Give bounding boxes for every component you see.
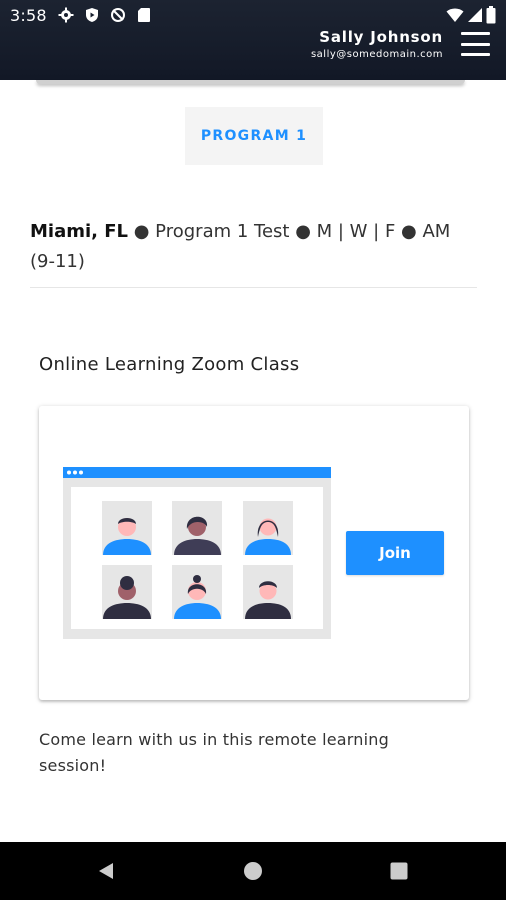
section-title: Online Learning Zoom Class [39,354,300,375]
app-header: 3:58 Sally Johnson sally@somedomain.com [0,0,506,80]
app-screen: 3:58 Sally Johnson sally@somedomain.com … [0,0,506,900]
home-icon[interactable] [223,842,283,900]
card-edge [36,80,465,84]
gear-icon [57,6,75,24]
status-time: 3:58 [10,6,47,25]
status-icons-right [446,6,496,28]
no-sync-icon [109,6,127,24]
join-button[interactable]: Join [346,531,444,575]
recents-icon[interactable] [369,842,429,900]
system-nav-bar [0,842,506,900]
user-info: Sally Johnson sally@somedomain.com [311,28,443,60]
play-protect-icon [83,6,101,24]
user-email: sally@somedomain.com [310,49,443,60]
divider [30,287,477,288]
hamburger-menu-icon[interactable] [461,32,490,56]
battery-icon [486,6,496,28]
user-name: Sally Johnson [319,28,443,46]
program-info: Miami, FL ● Program 1 Test ● M | W | F ●… [30,217,476,277]
wifi-icon [446,7,464,27]
tab-program-1[interactable]: PROGRAM 1 [185,107,323,165]
back-icon[interactable] [76,842,136,900]
video-conference-illustration [63,467,333,643]
program-city: Miami, FL [30,221,129,242]
sd-card-icon [135,6,153,24]
status-icons-left [57,6,153,24]
signal-icon [467,7,483,27]
zoom-class-card: Join [39,406,469,700]
class-description: Come learn with us in this remote learni… [39,730,389,775]
